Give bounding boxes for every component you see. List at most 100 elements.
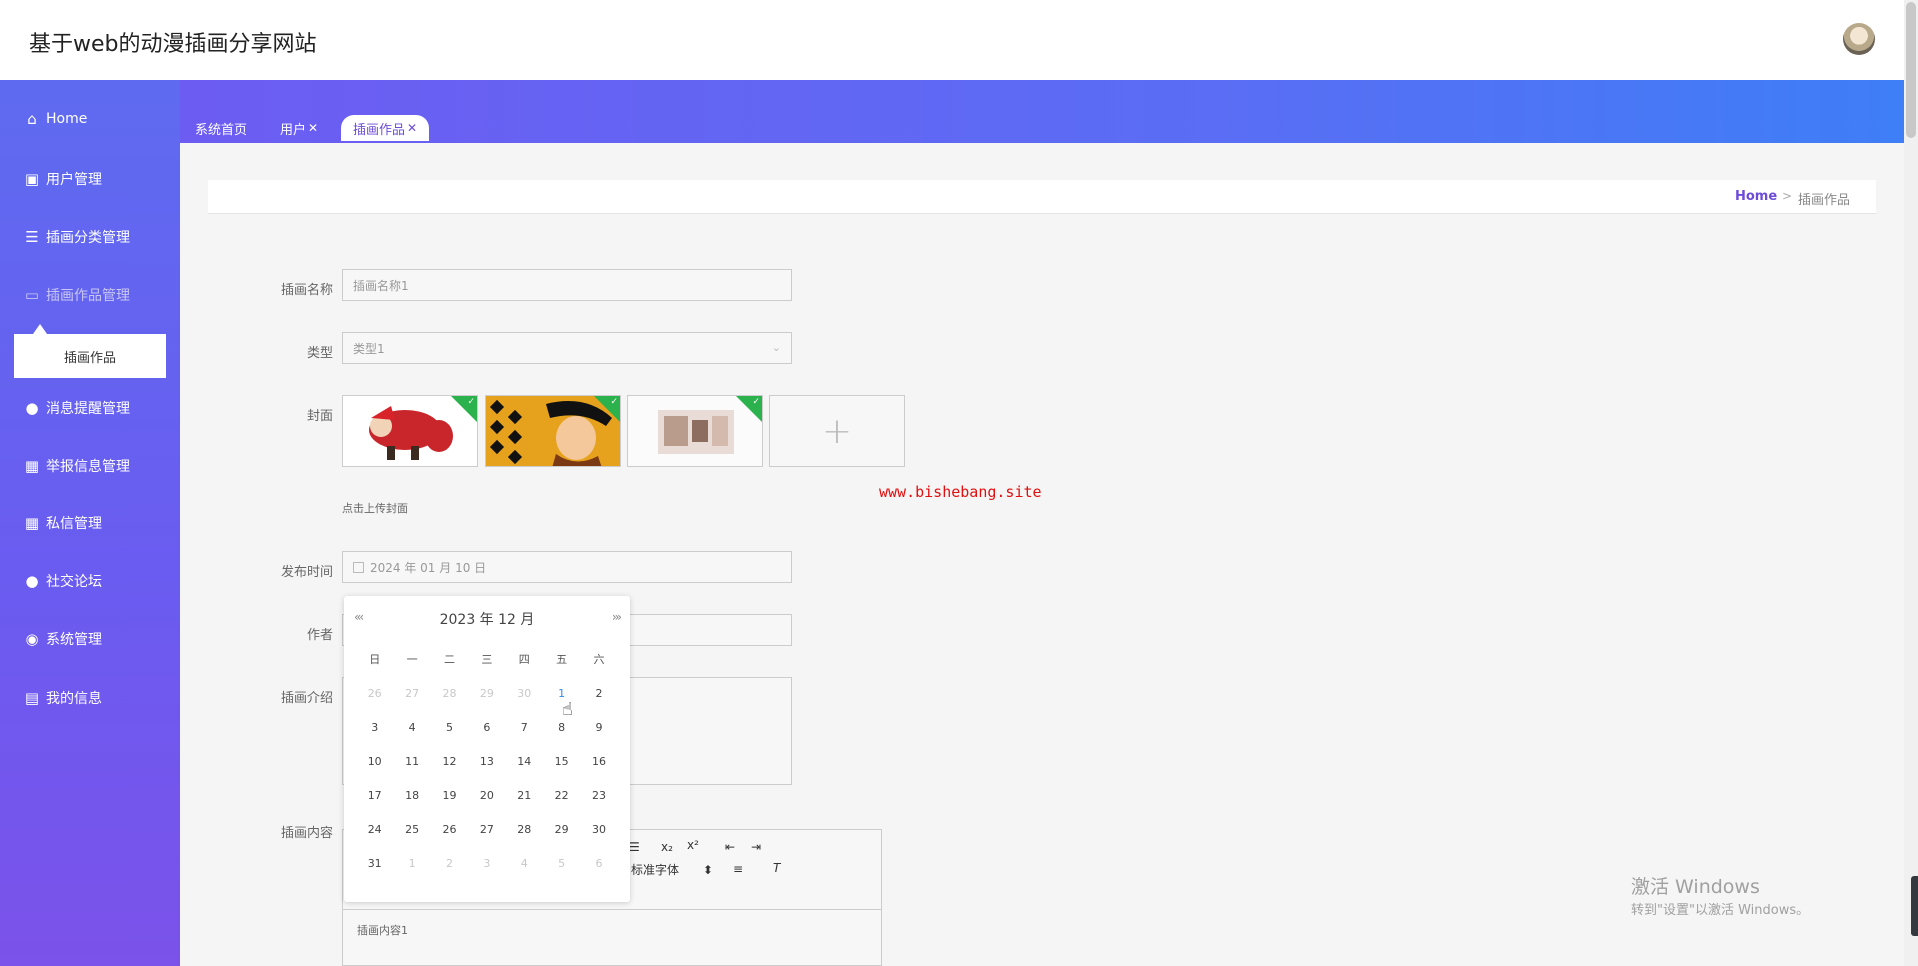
date-cell[interactable]: 28 [506, 823, 543, 836]
date-cell[interactable]: 3 [468, 857, 505, 870]
date-cell[interactable]: 7 [506, 721, 543, 734]
tab-artworks[interactable]: 插画作品 ✕ [341, 115, 430, 141]
sidebar-item-system-management[interactable]: ◉ 系统管理 [22, 627, 102, 651]
date-picker-popup: «‹ 2023 年 12 月 ›» 日 一 二 三 四 五 六 26 27 28… [344, 596, 630, 902]
weekday-label: 五 [556, 653, 568, 666]
date-cell[interactable]: 22 [543, 789, 580, 802]
date-cell[interactable]: 6 [580, 857, 617, 870]
sidebar-item-my-info[interactable]: ▤ 我的信息 [22, 686, 102, 710]
date-cell[interactable]: 16 [580, 755, 617, 768]
sidebar-item-private-message[interactable]: ▦ 私信管理 [22, 511, 102, 535]
date-cell[interactable]: 30 [580, 823, 617, 836]
date-cell[interactable]: 27 [468, 823, 505, 836]
sidebar-item-artwork-management[interactable]: ▭ 插画作品管理 [22, 283, 130, 307]
list-icon[interactable]: ☰ [629, 840, 640, 854]
date-cell[interactable]: 18 [393, 789, 430, 802]
sidebar-item-label: 消息提醒管理 [46, 401, 130, 417]
date-cell[interactable]: 29 [543, 823, 580, 836]
sidebar-item-home[interactable]: ⌂ Home [22, 107, 87, 131]
date-cell[interactable]: 6 [468, 721, 505, 734]
week-row: 17 18 19 20 21 22 23 [356, 778, 618, 812]
date-cell[interactable]: 9 [580, 721, 617, 734]
sidebar-item-label: 插画分类管理 [46, 230, 130, 246]
date-cell[interactable]: 11 [393, 755, 430, 768]
font-select[interactable]: 标准字体 ⬍ [631, 861, 713, 878]
date-cell[interactable]: 27 [393, 687, 430, 700]
date-cell[interactable]: 29 [468, 687, 505, 700]
date-cell[interactable]: 23 [580, 789, 617, 802]
cover-thumbnail[interactable]: ✓ [485, 395, 621, 467]
date-cell[interactable]: 30 [506, 687, 543, 700]
cover-thumbnail[interactable]: ✓ [342, 395, 478, 467]
sidebar-item-label: 私信管理 [46, 516, 102, 532]
edge-widget [1911, 876, 1918, 936]
person-icon: ● [25, 572, 39, 590]
date-cell[interactable]: 5 [431, 721, 468, 734]
check-icon: ✓ [610, 397, 618, 407]
date-cell[interactable]: 20 [468, 789, 505, 802]
date-cell[interactable]: 25 [393, 823, 430, 836]
sidebar-item-label: 举报信息管理 [46, 459, 130, 475]
date-cell[interactable]: 28 [431, 687, 468, 700]
add-cover-button[interactable]: + [769, 395, 905, 467]
sidebar-item-report-management[interactable]: ▦ 举报信息管理 [22, 454, 130, 478]
submenu-item-artworks[interactable]: 插画作品 [14, 334, 166, 378]
date-cell[interactable]: 8 [543, 721, 580, 734]
date-cell[interactable]: 24 [356, 823, 393, 836]
user-avatar[interactable] [1843, 23, 1875, 55]
sidebar-item-message-management[interactable]: ● 消息提醒管理 [22, 396, 130, 420]
type-select[interactable]: 类型1 ⌄ [342, 332, 792, 364]
subscript-button[interactable]: x₂ [661, 840, 673, 854]
author-label: 作者 [306, 628, 333, 643]
cover-thumbnail[interactable]: ✓ [627, 395, 763, 467]
align-icon[interactable]: ≡ [733, 862, 743, 876]
type-value: 类型1 [353, 341, 385, 356]
date-cell[interactable]: 1 [393, 857, 430, 870]
date-cell[interactable]: 1 [543, 687, 580, 700]
date-cell[interactable]: 14 [506, 755, 543, 768]
date-cell[interactable]: 12 [431, 755, 468, 768]
date-cell[interactable]: 3 [356, 721, 393, 734]
tab-user[interactable]: 用户 ✕ [268, 115, 330, 141]
date-picker-title: 2023 年 12 月 [439, 612, 535, 628]
indent-icon[interactable]: ⇥ [751, 840, 761, 854]
date-cell[interactable]: 10 [356, 755, 393, 768]
date-cell[interactable]: 2 [580, 687, 617, 700]
date-cell[interactable]: 21 [506, 789, 543, 802]
grid-icon: ▦ [24, 514, 40, 532]
weekday-label: 四 [518, 653, 530, 666]
windows-activation-title: 激活 Windows [1631, 876, 1760, 898]
hand-cursor-icon: ☝ [562, 699, 573, 720]
scrollbar-thumb[interactable] [1906, 2, 1916, 138]
sidebar-item-user-management[interactable]: ▣ 用户管理 [22, 167, 102, 191]
chevron-down-icon: ⌄ [771, 341, 781, 354]
monitor-icon: ▭ [24, 286, 40, 304]
date-cell[interactable]: 4 [393, 721, 430, 734]
sidebar-item-category-management[interactable]: ☰ 插画分类管理 [22, 225, 130, 249]
breadcrumb-home[interactable]: Home [1735, 189, 1777, 204]
clear-format-icon[interactable]: T [773, 861, 780, 875]
date-cell[interactable]: 15 [543, 755, 580, 768]
vertical-scrollbar[interactable] [1904, 0, 1918, 966]
tab-system-home[interactable]: 系统首页 [183, 115, 259, 141]
date-cell[interactable]: 2 [431, 857, 468, 870]
date-cell[interactable]: 19 [431, 789, 468, 802]
editor-content[interactable]: 插画内容1 [357, 922, 408, 938]
close-icon[interactable]: ✕ [308, 121, 318, 135]
date-cell[interactable]: 26 [356, 687, 393, 700]
sidebar-item-forum[interactable]: ● 社交论坛 [22, 569, 102, 593]
publish-time-input[interactable]: 2024 年 01 月 10 日 [342, 551, 792, 583]
date-cell[interactable]: 17 [356, 789, 393, 802]
date-cell[interactable]: 13 [468, 755, 505, 768]
date-cell[interactable]: 4 [506, 857, 543, 870]
name-input[interactable]: 插画名称1 [342, 269, 792, 301]
superscript-button[interactable]: x² [687, 838, 699, 852]
date-cell[interactable]: 26 [431, 823, 468, 836]
next-month-year-icon[interactable]: ›» [612, 610, 622, 624]
close-icon[interactable]: ✕ [407, 121, 417, 135]
date-cell[interactable]: 5 [543, 857, 580, 870]
user-card-icon: ▣ [24, 170, 40, 188]
outdent-icon[interactable]: ⇤ [725, 840, 735, 854]
sidebar-item-label: 插画作品管理 [46, 288, 130, 304]
date-cell[interactable]: 31 [356, 857, 393, 870]
